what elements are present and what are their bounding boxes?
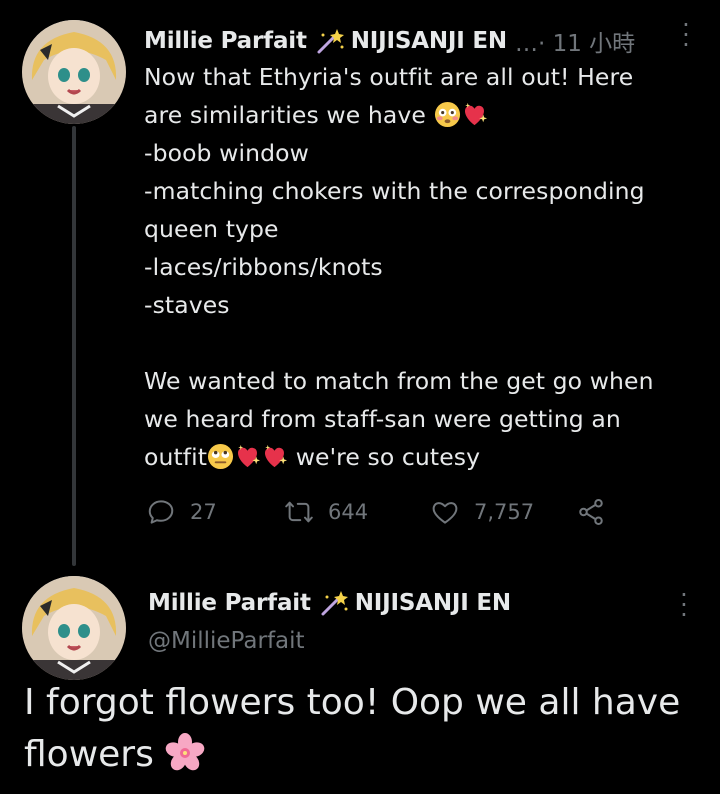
reply-button[interactable]: 27 bbox=[146, 497, 284, 527]
sparkling-heart-icon bbox=[261, 443, 288, 470]
retweet-icon bbox=[285, 501, 313, 523]
like-button[interactable]: 7,757 bbox=[430, 497, 576, 527]
share-icon bbox=[579, 499, 603, 525]
sparkling-heart-icon bbox=[461, 101, 488, 128]
author-name[interactable]: Millie Parfait bbox=[144, 28, 307, 54]
share-button[interactable] bbox=[576, 497, 620, 527]
author-suffix[interactable]: NIJISANJI EN bbox=[351, 28, 507, 54]
more-icon[interactable]: · · · bbox=[680, 583, 688, 627]
like-icon bbox=[432, 502, 458, 524]
author-handle[interactable]: @MillieParfait bbox=[148, 628, 305, 654]
cherry-blossom-icon bbox=[165, 733, 205, 773]
timestamp[interactable]: …· 11 小時 bbox=[515, 24, 635, 58]
tweet-text: Now that Ethyria's outfit are all out! H… bbox=[144, 63, 654, 471]
retweet-button[interactable]: 644 bbox=[284, 497, 430, 527]
tweet-actions: 27 644 7,757 bbox=[146, 494, 626, 530]
tweet-header: Millie Parfait NIJISANJI EN …· 11 小時 bbox=[144, 24, 704, 58]
eye-roll-emoji-icon bbox=[207, 443, 234, 470]
reply-text: I forgot flowers too! Oop we all have fl… bbox=[24, 682, 681, 775]
more-icon[interactable]: · · · bbox=[682, 13, 690, 57]
avatar[interactable] bbox=[22, 576, 126, 680]
sparkling-heart-icon bbox=[234, 443, 261, 470]
reply-header: Millie Parfait NIJISANJI EN bbox=[148, 586, 708, 620]
avatar[interactable] bbox=[22, 20, 126, 124]
wand-icon bbox=[315, 27, 345, 55]
flushed-emoji-icon bbox=[434, 101, 461, 128]
author-suffix[interactable]: NIJISANJI EN bbox=[355, 590, 511, 616]
thread-line bbox=[72, 126, 76, 566]
wand-icon bbox=[319, 589, 349, 617]
reply-icon bbox=[148, 500, 174, 524]
author-name[interactable]: Millie Parfait bbox=[148, 590, 311, 616]
